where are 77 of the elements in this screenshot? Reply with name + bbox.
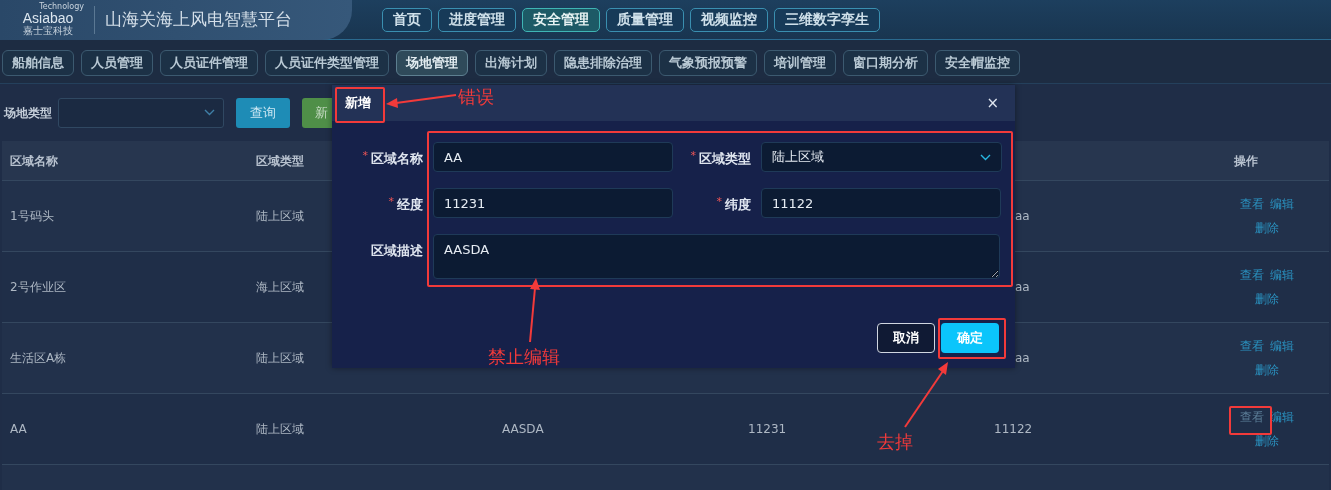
type-select[interactable] [58, 97, 224, 128]
annotation-arrow [904, 362, 948, 428]
table-cell-text: aa [1014, 350, 1030, 367]
nav-tab[interactable]: 视频监控 [690, 7, 768, 32]
row-action-link[interactable]: 删除 [1255, 361, 1279, 379]
table-cell-text: AA [9, 421, 27, 438]
nav-tab[interactable]: 首页 [382, 7, 432, 32]
sub-tab[interactable]: 气象预报预警 [659, 49, 757, 76]
field-label: 经度 [397, 196, 423, 214]
column-header: 操作 [1233, 152, 1258, 170]
row-action-link[interactable]: 查看 [1240, 337, 1264, 355]
text-field[interactable]: AA [433, 142, 673, 172]
table-cell-text: 陆上区域 [255, 421, 304, 438]
table-cell-text: 海上区域 [255, 279, 304, 296]
sub-tab[interactable]: 人员管理 [81, 49, 153, 76]
textarea-field[interactable]: AASDA [433, 234, 1000, 279]
table-cell-text: 2号作业区 [9, 279, 66, 296]
required-mark: * [716, 195, 722, 209]
sub-tab[interactable]: 培训管理 [764, 49, 836, 76]
select-field[interactable]: 陆上区域 [761, 142, 1002, 172]
dialog-button[interactable]: 取消 [877, 323, 935, 353]
sub-tab[interactable]: 出海计划 [475, 49, 547, 76]
filter-label: 场地类型 [4, 104, 52, 122]
table-cell-text: 陆上区域 [255, 350, 304, 367]
sub-tab[interactable]: 船舶信息 [2, 49, 74, 76]
logo-subtext: 嘉士宝科技 [23, 25, 73, 36]
sub-tab[interactable]: 人员证件管理 [160, 49, 258, 76]
nav-tab[interactable]: 进度管理 [438, 7, 516, 32]
nav-tab[interactable]: 质量管理 [606, 7, 684, 32]
app-title: 山海关海上风电智慧平台 [105, 7, 292, 31]
table-cell-text: aa [1014, 279, 1030, 296]
sub-tab[interactable]: 安全帽监控 [935, 49, 1020, 76]
row-action-link[interactable]: 编辑 [1270, 195, 1294, 213]
text-field[interactable]: 11231 [433, 188, 673, 218]
required-mark: * [362, 149, 368, 163]
nav-tab[interactable]: 三维数字孪生 [774, 7, 880, 32]
close-icon[interactable]: × [986, 95, 999, 111]
nav-tab[interactable]: 安全管理 [522, 7, 600, 32]
logo-wordmark: Asiabao [22, 11, 74, 25]
row-action-link[interactable]: 查看 [1240, 266, 1264, 284]
table-cell-text: AASDA [501, 421, 544, 438]
field-label: 区域名称 [371, 150, 423, 168]
table-cell-text: 生活区A栋 [9, 350, 67, 367]
required-mark: * [690, 149, 696, 163]
annotation-text: 去掉 [877, 430, 913, 454]
column-header: 区域类型 [255, 152, 304, 170]
field-label: 纬度 [725, 196, 751, 214]
row-action-link[interactable]: 删除 [1255, 432, 1279, 450]
logo-tagline: Technology [39, 3, 84, 11]
chevron-down-icon [204, 109, 215, 116]
annotation-box [335, 87, 385, 123]
field-label: 区域类型 [699, 150, 751, 168]
row-action-link[interactable]: 删除 [1255, 290, 1279, 308]
required-mark: * [388, 195, 394, 209]
sub-tab[interactable]: 场地管理 [396, 49, 468, 76]
table-cell-text: aa [1014, 208, 1030, 225]
column-header: 区域名称 [9, 152, 58, 170]
field-label: 区域描述 [371, 242, 423, 260]
sub-tab[interactable]: 人员证件类型管理 [265, 49, 389, 76]
table-cell-text: 11231 [747, 421, 787, 438]
annotation-arrow [386, 94, 457, 108]
annotation-text: 错误 [458, 85, 494, 109]
row-action-link[interactable]: 查看 [1240, 195, 1264, 213]
annotation-box [938, 318, 1006, 359]
text-field[interactable]: 11122 [761, 188, 1001, 218]
table-cell-text: 1号码头 [9, 208, 54, 225]
sub-tab[interactable]: 窗口期分析 [843, 49, 928, 76]
chevron-down-icon [980, 153, 991, 161]
table-cell-text: 11122 [993, 421, 1033, 438]
row-action-link[interactable]: 编辑 [1270, 266, 1294, 284]
annotation-arrow [529, 278, 540, 343]
row-action-link[interactable]: 删除 [1255, 219, 1279, 237]
row-action-link[interactable]: 编辑 [1270, 337, 1294, 355]
annotation-text: 禁止编辑 [488, 345, 560, 369]
table-cell-text: 陆上区域 [255, 208, 304, 225]
annotation-box [1229, 406, 1272, 435]
sub-tab[interactable]: 隐患排除治理 [554, 49, 652, 76]
